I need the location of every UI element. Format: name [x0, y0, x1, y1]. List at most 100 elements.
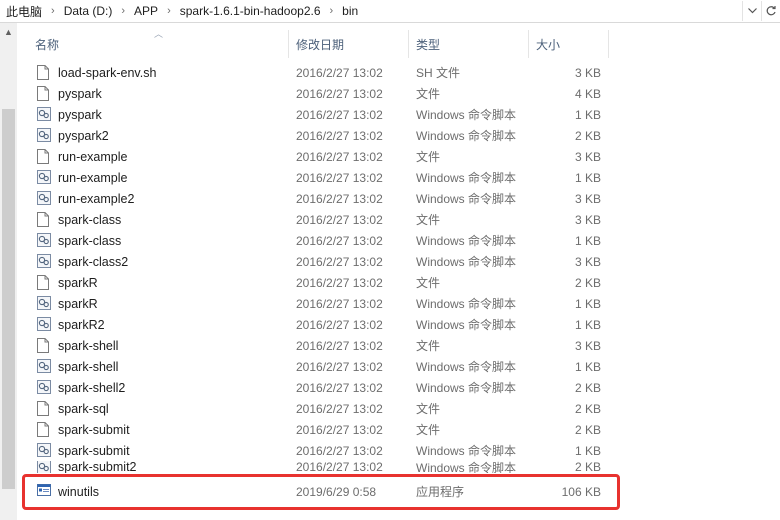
file-type: Windows 命令脚本 [416, 129, 517, 143]
file-icon [37, 275, 50, 290]
file-name: run-example [58, 170, 128, 185]
scroll-up-icon[interactable]: ▲ [0, 23, 17, 40]
table-row[interactable]: spark-shell 2016/2/27 13:02 Windows 命令脚本 1 … [17, 356, 617, 377]
file-type: Windows 命令脚本 [416, 297, 517, 311]
file-type: Windows 命令脚本 [416, 318, 517, 332]
breadcrumb-item-bin[interactable]: bin [342, 4, 358, 18]
file-name-cell: spark-class [17, 212, 296, 227]
file-size: 2 KB [574, 401, 601, 416]
file-name-cell: sparkR [17, 296, 296, 311]
table-row[interactable]: spark-submit 2016/2/27 13:02 文件 2 KB [17, 419, 617, 440]
breadcrumb-item-app[interactable]: APP [134, 4, 158, 18]
column-header-date[interactable]: 修改日期 [289, 30, 409, 58]
file-type: 文件 [416, 339, 441, 353]
table-row[interactable]: spark-submit2 2016/2/27 13:02 Windows 命令脚本… [17, 461, 617, 473]
file-name: spark-shell [58, 359, 119, 374]
file-date: 2016/2/27 13:02 [296, 317, 383, 332]
file-name-cell: spark-class [17, 233, 296, 248]
breadcrumb-separator-icon[interactable]: › [167, 5, 171, 17]
table-row[interactable]: spark-class 2016/2/27 13:02 文件 3 KB [17, 209, 617, 230]
file-type: 文件 [416, 87, 441, 101]
table-row[interactable]: sparkR2 2016/2/27 13:02 Windows 命令脚本 1 KB [17, 314, 617, 335]
address-bar[interactable]: 此电脑 › Data (D:) › APP › spark-1.6.1-bin-… [0, 0, 780, 23]
column-header-name[interactable]: ︿ 名称 [17, 29, 289, 58]
refresh-icon[interactable] [761, 1, 780, 21]
file-size: 2 KB [574, 128, 601, 143]
file-date: 2016/2/27 13:02 [296, 380, 383, 395]
file-size: 3 KB [574, 149, 601, 164]
file-name: run-example [58, 149, 128, 164]
breadcrumb-item-spark[interactable]: spark-1.6.1-bin-hadoop2.6 [180, 4, 321, 18]
file-date: 2016/2/27 13:02 [296, 296, 383, 311]
file-size: 1 KB [574, 443, 601, 458]
breadcrumb-separator-icon[interactable]: › [330, 5, 334, 17]
file-name-cell: spark-submit2 [17, 461, 296, 473]
file-date: 2016/2/27 13:02 [296, 212, 383, 227]
breadcrumb-separator-icon[interactable]: › [121, 5, 125, 17]
script-icon [37, 380, 51, 395]
file-size: 1 KB [574, 107, 601, 122]
file-date: 2016/2/27 13:02 [296, 128, 383, 143]
file-type: Windows 命令脚本 [416, 360, 517, 374]
script-icon [37, 128, 51, 143]
file-icon [37, 86, 50, 101]
table-row[interactable]: spark-sql 2016/2/27 13:02 文件 2 KB [17, 398, 617, 419]
file-name-cell: run-example [17, 149, 296, 164]
file-type: Windows 命令脚本 [416, 108, 517, 122]
file-date: 2016/2/27 13:02 [296, 461, 383, 473]
script-icon [37, 170, 51, 185]
breadcrumb-item-this-pc[interactable]: 此电脑 [6, 3, 42, 20]
chevron-down-icon[interactable] [742, 1, 761, 21]
table-row[interactable]: spark-class2 2016/2/27 13:02 Windows 命令脚本 3… [17, 251, 617, 272]
vertical-scrollbar[interactable]: ▲ [0, 23, 17, 520]
table-row[interactable]: spark-submit 2016/2/27 13:02 Windows 命令脚本 1… [17, 440, 617, 461]
column-header: ︿ 名称 修改日期 类型 大小 [17, 29, 609, 58]
file-type: Windows 命令脚本 [416, 461, 517, 473]
scrollbar-thumb[interactable] [2, 109, 15, 489]
file-size: 3 KB [574, 254, 601, 269]
file-type: SH 文件 [416, 66, 461, 80]
script-icon [37, 191, 51, 206]
table-row[interactable]: spark-shell 2016/2/27 13:02 文件 3 KB [17, 335, 617, 356]
file-name: pyspark2 [58, 128, 109, 143]
table-row[interactable]: pyspark 2016/2/27 13:02 Windows 命令脚本 1 KB [17, 104, 617, 125]
breadcrumb: 此电脑 › Data (D:) › APP › spark-1.6.1-bin-… [0, 0, 742, 22]
table-row[interactable]: run-example2 2016/2/27 13:02 Windows 命令脚本 3… [17, 188, 617, 209]
table-row[interactable]: pyspark2 2016/2/27 13:02 Windows 命令脚本 2 KB [17, 125, 617, 146]
file-name: spark-submit [58, 422, 130, 437]
column-header-size[interactable]: 大小 [529, 30, 609, 58]
table-row[interactable]: spark-shell2 2016/2/27 13:02 Windows 命令脚本 2… [17, 377, 617, 398]
file-type: 文件 [416, 423, 441, 437]
file-type: 文件 [416, 276, 441, 290]
file-name-cell: load-spark-env.sh [17, 65, 296, 80]
file-name: pyspark [58, 86, 102, 101]
file-date: 2016/2/27 13:02 [296, 107, 383, 122]
breadcrumb-item-drive[interactable]: Data (D:) [64, 4, 113, 18]
table-row[interactable]: run-example 2016/2/27 13:02 Windows 命令脚本 1 … [17, 167, 617, 188]
table-row[interactable]: sparkR 2016/2/27 13:02 文件 2 KB [17, 272, 617, 293]
file-name: load-spark-env.sh [58, 65, 157, 80]
script-icon [37, 359, 51, 374]
table-row[interactable]: spark-class 2016/2/27 13:02 Windows 命令脚本 1 … [17, 230, 617, 251]
file-name: spark-class [58, 212, 122, 227]
table-row[interactable]: run-example 2016/2/27 13:02 文件 3 KB [17, 146, 617, 167]
table-row[interactable]: load-spark-env.sh 2016/2/27 13:02 SH 文件 3 K… [17, 62, 617, 83]
file-name-cell: spark-shell [17, 338, 296, 353]
breadcrumb-separator-icon[interactable]: › [51, 5, 55, 17]
table-row[interactable]: pyspark 2016/2/27 13:02 文件 4 KB [17, 83, 617, 104]
script-icon [37, 317, 51, 332]
file-size: 3 KB [574, 212, 601, 227]
file-name-cell: sparkR [17, 275, 296, 290]
file-date: 2016/2/27 13:02 [296, 149, 383, 164]
file-name: spark-class [58, 233, 122, 248]
file-name-cell: spark-submit [17, 422, 296, 437]
table-row[interactable]: sparkR 2016/2/27 13:02 Windows 命令脚本 1 KB [17, 293, 617, 314]
file-date: 2016/2/27 13:02 [296, 401, 383, 416]
column-header-type[interactable]: 类型 [409, 30, 529, 58]
file-name: spark-submit [58, 443, 130, 458]
column-header-size-label: 大小 [536, 37, 561, 52]
file-name: pyspark [58, 107, 102, 122]
file-icon [37, 149, 50, 164]
file-type: 文件 [416, 213, 441, 227]
file-date: 2016/2/27 13:02 [296, 338, 383, 353]
